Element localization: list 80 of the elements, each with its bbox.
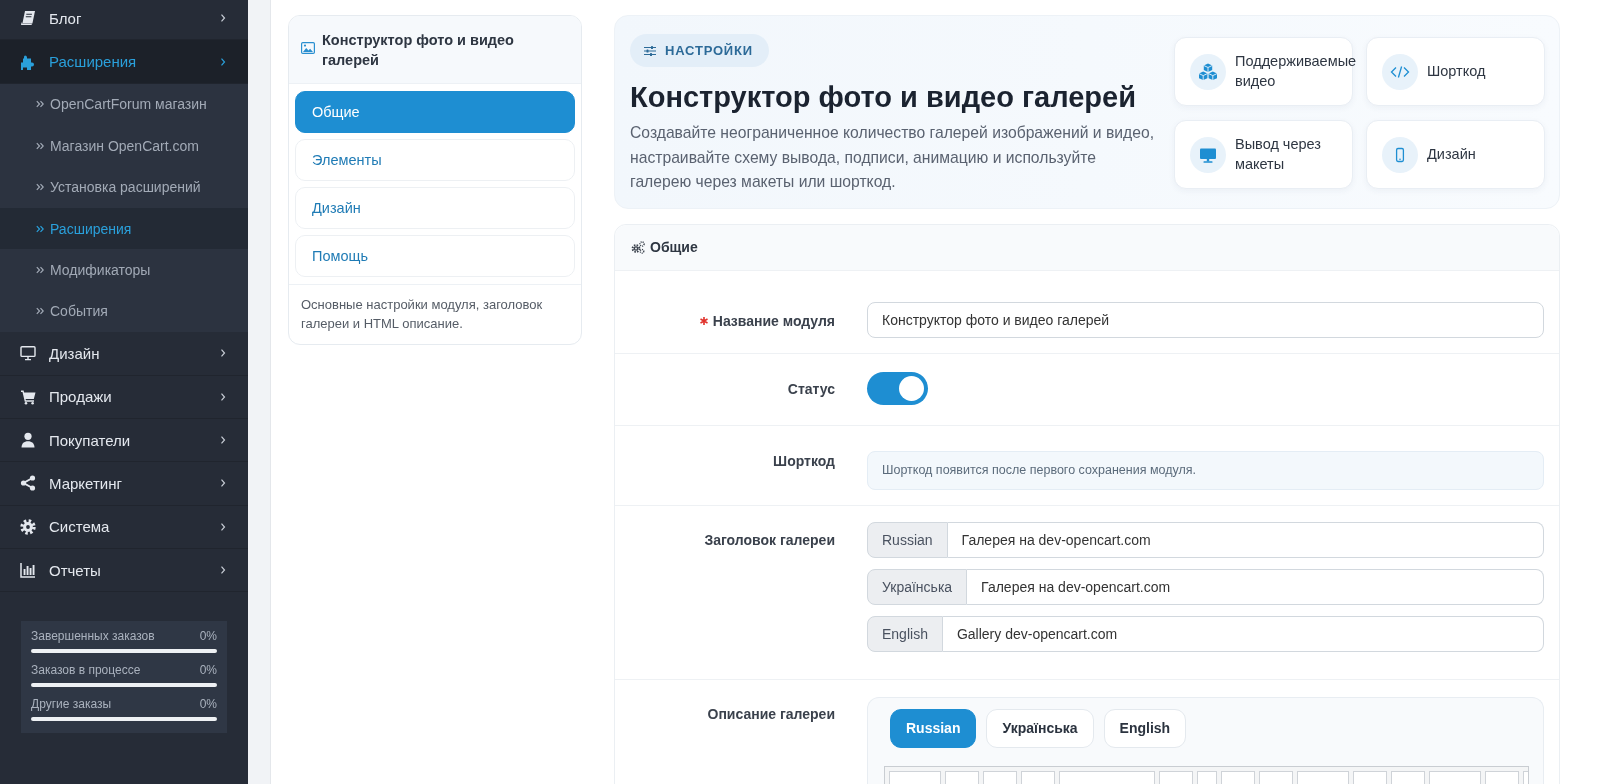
section-tab[interactable]: Помощь — [295, 235, 575, 277]
feature-label: Вывод через макеты — [1235, 135, 1322, 174]
page-title: Конструктор фото и видео галерей — [630, 80, 1137, 114]
chevron-right-icon — [220, 521, 226, 532]
submenu-item[interactable]: OpenCartForum магазин — [0, 83, 248, 126]
monitor-icon — [20, 345, 36, 362]
chevron-right-icon — [220, 478, 226, 489]
language-tab[interactable]: Russian — [890, 708, 977, 748]
page-description: Создавайте неограниченное количество галерей изображений и видео, настраивайте схему вывода, подписи, анимацию и используйте галерею через макеты или шорткод. — [630, 123, 1156, 192]
section-tab[interactable]: Общие — [295, 91, 575, 133]
panel-description: Основные настройки модуля, заголовок галереи и HTML описание. — [289, 284, 581, 344]
bar-chart-icon — [20, 562, 36, 579]
sidebar-menu-item[interactable]: Система — [0, 505, 248, 550]
submenu-item[interactable]: Расширения — [0, 207, 248, 250]
field-label: Заголовок галереи — [704, 530, 835, 550]
submenu-item[interactable]: События — [0, 290, 248, 333]
shortcode-note: Шорткод появится после первого сохранения модуля. — [867, 450, 1544, 490]
submenu-item[interactable]: Магазин OpenCart.com — [0, 125, 248, 167]
double-chevron-icon — [36, 307, 44, 316]
gallery-title-field[interactable]: Галерея на dev-opencart.com — [947, 521, 1544, 558]
feature-label: Поддерживаемые видео — [1235, 52, 1357, 91]
field-label: Статус — [787, 379, 835, 399]
sliders-icon — [644, 45, 656, 56]
field-label: Название модуля — [699, 302, 835, 339]
sidebar-menu-item[interactable]: Отчеты — [0, 549, 248, 593]
cart-icon — [20, 388, 36, 405]
puzzle-icon — [20, 53, 36, 70]
feature-label: Дизайн — [1427, 144, 1476, 164]
sidebar-menu-item[interactable]: Маркетинг — [0, 462, 248, 506]
sidebar-menu-item[interactable]: Расширения — [0, 40, 248, 84]
book-icon — [20, 10, 36, 27]
gallery-title-field[interactable]: Gallery dev-opencart.com — [942, 615, 1544, 652]
language-addon: Українська — [867, 568, 968, 605]
panel-title: Конструктор фото и видео галерей — [322, 31, 515, 70]
user-icon — [20, 432, 36, 449]
language-addon: English — [867, 615, 943, 652]
chevron-right-icon — [220, 56, 226, 67]
double-chevron-icon — [36, 183, 44, 192]
stat-label: Завершенных заказов — [31, 628, 155, 645]
double-chevron-icon — [36, 141, 44, 150]
feature-label: Шорткод — [1427, 61, 1486, 81]
submenu-item[interactable]: Модификаторы — [0, 249, 248, 291]
stat-label: Другие заказы — [31, 696, 112, 713]
sidebar-menu-item[interactable]: Покупатели — [0, 418, 248, 463]
section-tab[interactable]: Элементы — [295, 139, 575, 181]
asterisk-icon — [699, 316, 708, 325]
stat-value: 0% — [199, 696, 217, 713]
language-tab[interactable]: Українська — [986, 708, 1094, 748]
chevron-right-icon — [220, 391, 226, 402]
share-icon — [20, 475, 36, 492]
chevron-right-icon — [220, 13, 226, 24]
sidebar-menu-item[interactable]: Продажи — [0, 375, 248, 419]
cubes-icon — [1190, 53, 1226, 90]
chevron-right-icon — [220, 348, 226, 359]
phone-icon — [1382, 136, 1418, 173]
gallery-title-field[interactable]: Галерея на dev-opencart.com — [967, 568, 1544, 605]
stat-label: Заказов в процессе — [31, 662, 141, 679]
stat-value: 0% — [199, 628, 217, 645]
chevron-right-icon — [220, 565, 226, 576]
stat-value: 0% — [199, 662, 217, 679]
submenu-item[interactable]: Установка расширений — [0, 166, 248, 208]
double-chevron-icon — [36, 100, 44, 109]
section-tab[interactable]: Дизайн — [295, 187, 575, 229]
status-toggle[interactable] — [867, 371, 928, 405]
double-chevron-icon — [36, 266, 44, 275]
badge-label: НАСТРОЙКИ — [665, 43, 753, 58]
double-chevron-icon — [36, 224, 44, 233]
language-addon: Russian — [867, 521, 948, 558]
chevron-right-icon — [220, 435, 226, 446]
sidebar-menu-item[interactable]: Дизайн — [0, 332, 248, 376]
image-icon — [301, 42, 315, 54]
monitor-icon — [1190, 136, 1226, 173]
gears-icon — [631, 240, 645, 254]
card-title: Общие — [650, 239, 698, 255]
module-name-field[interactable]: Конструктор фото и видео галерей — [867, 301, 1544, 338]
field-label: Шорткод — [773, 451, 835, 471]
language-tab[interactable]: English — [1103, 708, 1187, 748]
field-label: Описание галереи — [707, 704, 835, 724]
code-icon — [1382, 53, 1418, 90]
gear-icon — [20, 518, 36, 535]
